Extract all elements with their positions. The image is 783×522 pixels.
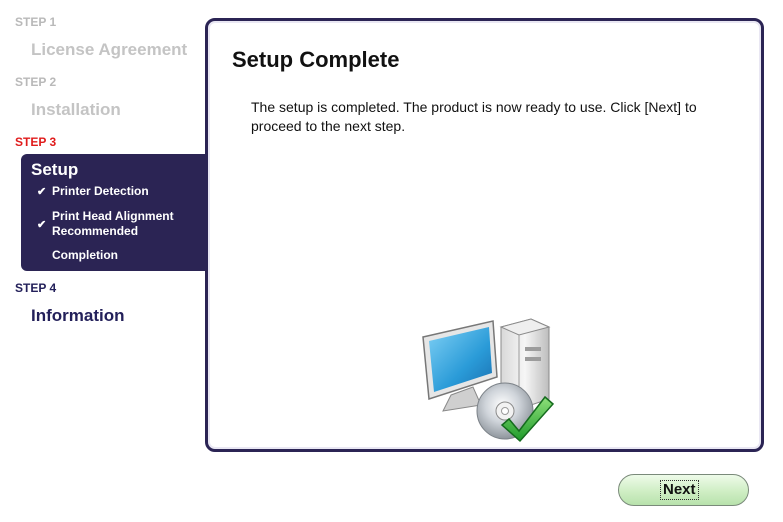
substep-label: Printer Detection xyxy=(52,184,149,198)
step-2-title: Installation xyxy=(31,100,121,119)
substep-print-head-alignment: ✔ Print Head Alignment Recommended xyxy=(37,209,197,239)
steps-sidebar: STEP 1 License Agreement STEP 2 Installa… xyxy=(0,0,210,522)
step-3-title: Setup xyxy=(31,160,79,179)
substep-completion: Completion xyxy=(37,248,118,263)
step-1-number: STEP 1 xyxy=(15,15,57,29)
substep-label: Print Head Alignment Recommended xyxy=(52,209,174,238)
next-button-label: Next xyxy=(660,480,699,500)
page-title: Setup Complete xyxy=(232,47,400,72)
step-3-number: STEP 3 xyxy=(15,135,57,149)
substep-label: Completion xyxy=(52,248,118,262)
checkmark-icon: ✔ xyxy=(37,218,47,231)
computer-with-disc-and-checkmark-icon xyxy=(422,318,555,443)
step-2-number: STEP 2 xyxy=(15,75,57,89)
substep-printer-detection: ✔ Printer Detection xyxy=(37,184,149,199)
content-panel: Setup Complete The setup is completed. T… xyxy=(205,18,764,452)
completion-message: The setup is completed. The product is n… xyxy=(251,99,697,134)
step-4-number: STEP 4 xyxy=(15,281,57,295)
next-button[interactable]: Next xyxy=(618,474,749,506)
active-step-panel: Setup ✔ Printer Detection ✔ Print Head A… xyxy=(21,154,210,271)
step-4-title: Information xyxy=(31,306,125,325)
checkmark-icon: ✔ xyxy=(37,186,47,198)
step-1-title: License Agreement xyxy=(31,40,188,59)
